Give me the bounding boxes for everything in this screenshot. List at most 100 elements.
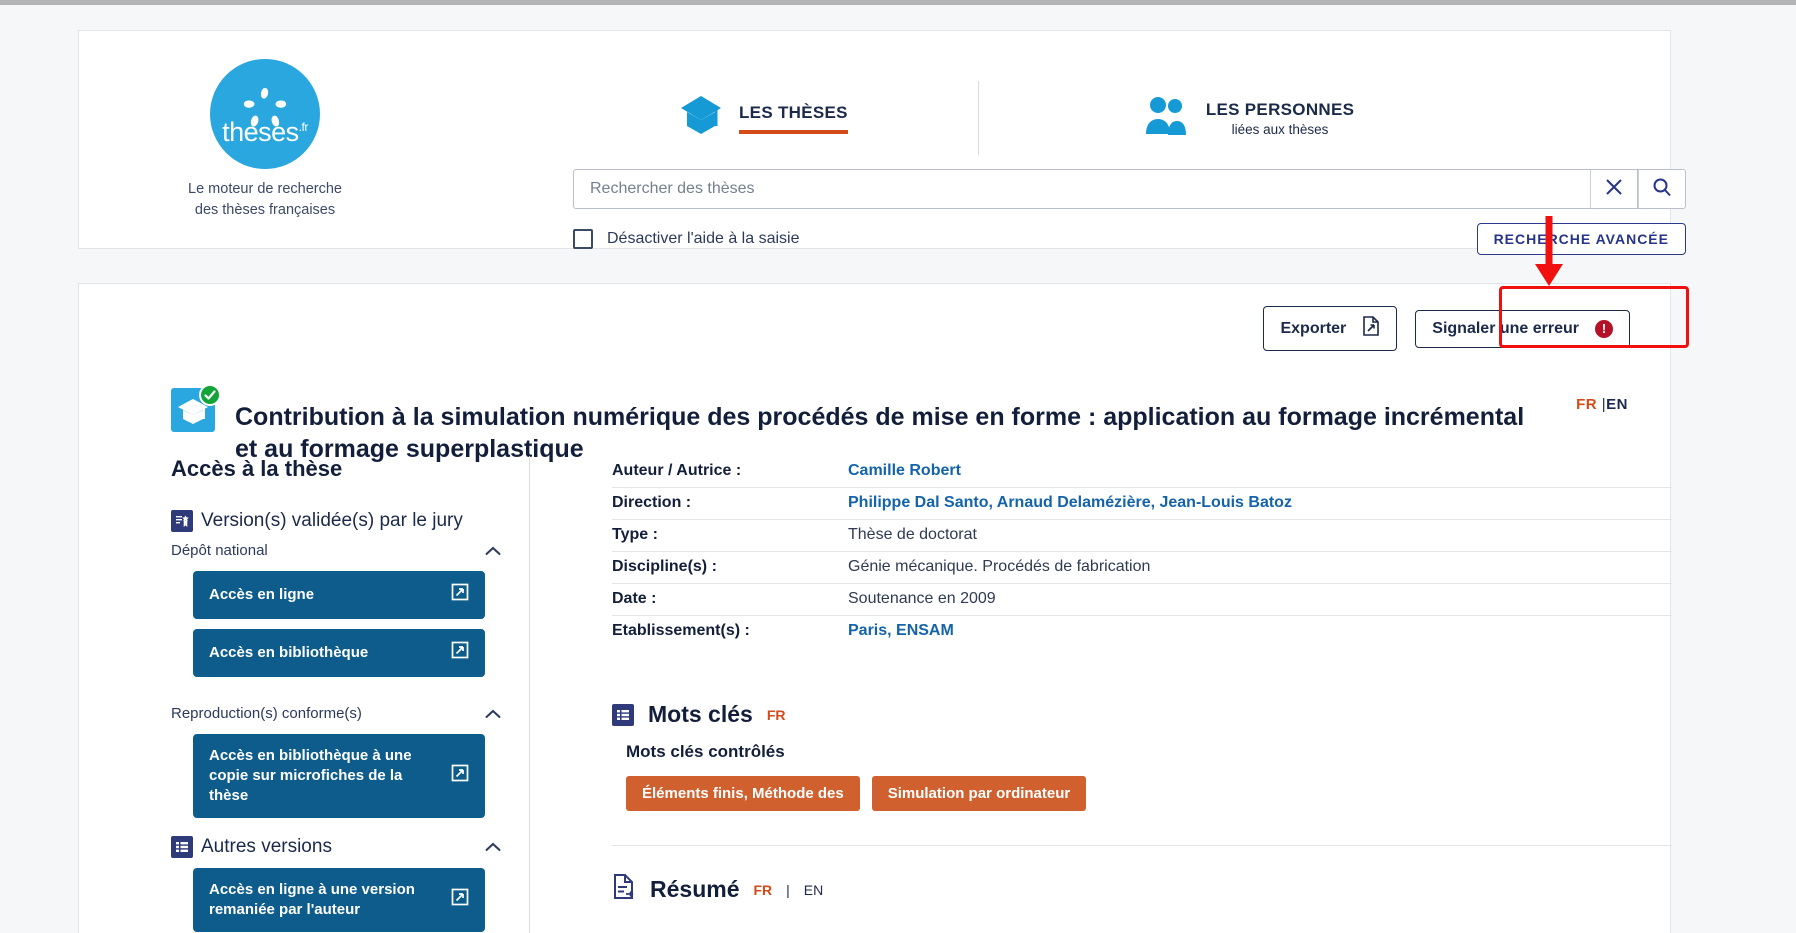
metadata-label: Auteur / Autrice :: [612, 462, 742, 479]
nav-tab-personnes[interactable]: LES PERSONNES liées aux thèses: [1144, 94, 1354, 143]
nav-divider: [977, 81, 979, 155]
access-button-online[interactable]: Accès en ligne: [193, 571, 485, 619]
access-button-revised-version[interactable]: Accès en ligne à une version remaniée pa…: [193, 868, 485, 932]
advanced-search-button[interactable]: RECHERCHE AVANCÉE: [1476, 223, 1686, 255]
submit-search-button[interactable]: [1638, 169, 1686, 209]
document-actions: Exporter Signaler une erreur !: [1263, 306, 1630, 351]
external-link-icon: [451, 583, 469, 607]
search-panel: theses.fr Le moteur de recherche des thè…: [78, 30, 1686, 255]
error-badge-icon: !: [1595, 319, 1613, 338]
document-icon: [612, 874, 636, 905]
nav-tab-theses-labels: LES THÈSES: [739, 103, 848, 134]
sidebar-subgroup-reproductions-label: Reproduction(s) conforme(s): [171, 705, 362, 722]
sidebar-title: Accès à la thèse: [171, 456, 343, 481]
keywords-section-header: Mots clés FR: [612, 701, 1672, 728]
resume-section-header: Résumé FR | EN: [612, 874, 1672, 905]
brand-tagline-line2: des thèses françaises: [194, 202, 336, 218]
checkbox-box-icon: [573, 229, 593, 249]
table-row: Discipline(s) : Génie mécanique. Procédé…: [612, 552, 1672, 584]
report-error-label: Signaler une erreur: [1432, 319, 1579, 337]
thesis-detail-panel: Exporter Signaler une erreur ! Contribut…: [78, 283, 1689, 933]
metadata-table: Auteur / Autrice : Camille Robert Direct…: [612, 456, 1672, 647]
sidebar-subgroup-depot-national[interactable]: Dépôt national: [171, 542, 501, 559]
graduation-cap-icon: [679, 94, 725, 143]
list-icon: [171, 836, 193, 858]
access-sidebar: Accès à la thèse Version(s) validée(s) p…: [171, 456, 530, 933]
resume-lang-fr[interactable]: FR: [753, 882, 772, 898]
access-button-microfiche-label: Accès en bibliothèque à une copie sur mi…: [209, 747, 412, 804]
sidebar-subgroup-reproductions[interactable]: Reproduction(s) conforme(s): [171, 705, 501, 722]
metadata-label: Type :: [612, 526, 658, 543]
access-button-library[interactable]: Accès en bibliothèque: [193, 629, 485, 677]
nav-tab-theses-label: LES THÈSES: [739, 103, 848, 134]
browser-top-bar: [0, 0, 1796, 5]
nav-tab-personnes-sublabel: liées aux thèses: [1231, 121, 1329, 137]
search-icon: [1652, 177, 1672, 202]
sidebar-subgroup-depot-national-label: Dépôt national: [171, 542, 268, 559]
metadata-column: Auteur / Autrice : Camille Robert Direct…: [530, 456, 1672, 933]
external-link-icon: [451, 764, 469, 788]
metadata-label: Date :: [612, 590, 657, 607]
external-link-icon: [451, 641, 469, 665]
table-row: Type : Thèse de doctorat: [612, 520, 1672, 552]
access-button-library-label: Accès en bibliothèque: [209, 644, 369, 661]
brand-tagline-line1: Le moteur de recherche: [188, 181, 342, 197]
keyword-tag[interactable]: Éléments finis, Méthode des: [626, 776, 860, 811]
brand-wordmark-suffix: .fr: [298, 120, 309, 134]
lang-en-link[interactable]: EN: [1606, 396, 1628, 413]
search-options-row: Désactiver l'aide à la saisie RECHERCHE …: [573, 223, 1686, 255]
resume-heading: Résumé: [650, 876, 740, 902]
table-row: Date : Soutenance en 2009: [612, 584, 1672, 616]
sidebar-group-jury-label: Version(s) validée(s) par le jury: [201, 510, 463, 531]
resume-lang-separator: |: [786, 881, 790, 898]
metadata-label: Discipline(s) :: [612, 558, 717, 575]
metadata-value-direction[interactable]: Philippe Dal Santo, Arnaud Delamézière, …: [848, 488, 1672, 520]
chevron-up-icon: [485, 543, 501, 559]
keywords-lang-fr[interactable]: FR: [767, 707, 786, 723]
keyword-tag[interactable]: Simulation par ordinateur: [871, 776, 1087, 811]
chevron-up-icon: [485, 706, 501, 722]
brand-block: theses.fr Le moteur de recherche des thè…: [175, 59, 355, 221]
export-button[interactable]: Exporter: [1263, 306, 1398, 351]
metadata-value-date: Soutenance en 2009: [848, 590, 996, 607]
brand-wordmark-text: theses: [222, 117, 299, 147]
table-row: Auteur / Autrice : Camille Robert: [612, 456, 1672, 488]
thesis-cap-icon: [171, 384, 221, 436]
nav-tab-personnes-label: LES PERSONNES: [1205, 99, 1355, 119]
detail-columns: Accès à la thèse Version(s) validée(s) p…: [79, 456, 1672, 933]
sidebar-group-jury: Version(s) validée(s) par le jury: [171, 510, 501, 532]
document-language-switch: FR |EN: [1576, 396, 1628, 413]
resume-lang-en[interactable]: EN: [804, 882, 823, 898]
nav-tab-personnes-labels: LES PERSONNES liées aux thèses: [1206, 100, 1354, 137]
access-button-online-label: Accès en ligne: [209, 586, 315, 603]
page-root: theses.fr Le moteur de recherche des thè…: [0, 0, 1796, 933]
keywords-tag-list: Éléments finis, Méthode des Simulation p…: [626, 776, 1672, 811]
brand-tagline: Le moteur de recherche des thèses frança…: [175, 179, 355, 221]
nav-tab-theses[interactable]: LES THÈSES: [679, 94, 848, 143]
disable-assist-checkbox[interactable]: Désactiver l'aide à la saisie: [573, 229, 799, 249]
access-button-microfiche[interactable]: Accès en bibliothèque à une copie sur mi…: [193, 734, 485, 818]
export-document-icon: [1362, 316, 1380, 341]
chevron-up-icon: [485, 839, 501, 855]
green-check-icon: [199, 384, 221, 406]
metadata-label: Etablissement(s) :: [612, 622, 750, 639]
sidebar-group-other-versions[interactable]: Autres versions: [171, 836, 501, 858]
export-button-label: Exporter: [1280, 319, 1347, 337]
keywords-subheading: Mots clés contrôlés: [626, 742, 785, 761]
metadata-value-institution[interactable]: Paris, ENSAM: [848, 616, 1672, 648]
clear-search-button[interactable]: [1590, 169, 1638, 209]
metadata-value-author[interactable]: Camille Robert: [848, 456, 1672, 488]
report-error-button[interactable]: Signaler une erreur !: [1415, 309, 1630, 348]
access-button-revised-version-label: Accès en ligne à une version remaniée pa…: [209, 881, 415, 918]
search-bar: [573, 169, 1686, 209]
jury-validated-icon: [171, 510, 193, 532]
search-input[interactable]: [573, 169, 1590, 209]
keywords-heading: Mots clés: [648, 701, 753, 727]
section-divider: [612, 845, 1672, 846]
metadata-value-discipline: Génie mécanique. Procédés de fabrication: [848, 558, 1151, 575]
theses-logo[interactable]: theses.fr: [210, 59, 320, 169]
lang-fr-link[interactable]: FR: [1576, 396, 1597, 413]
metadata-label: Direction :: [612, 494, 692, 511]
table-row: Direction : Philippe Dal Santo, Arnaud D…: [612, 488, 1672, 520]
disable-assist-label: Désactiver l'aide à la saisie: [607, 230, 800, 247]
